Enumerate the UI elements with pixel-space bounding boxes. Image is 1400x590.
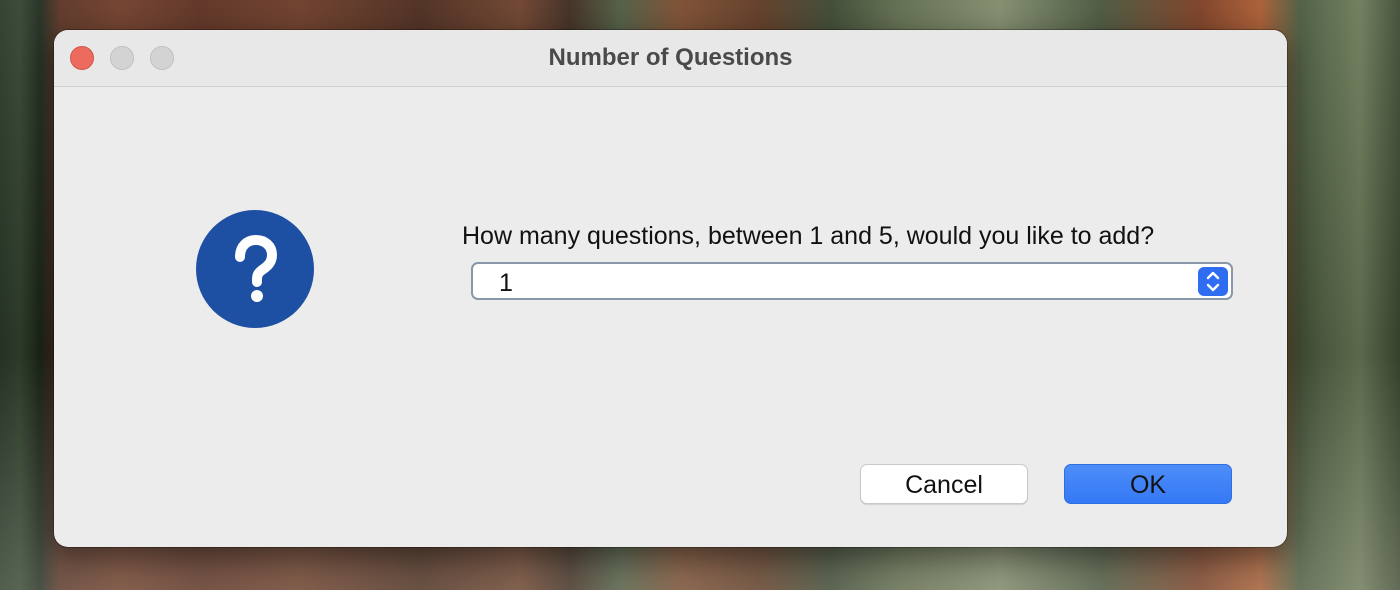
- question-count-prompt: How many questions, between 1 and 5, wou…: [462, 222, 1155, 250]
- chevron-up-down-icon[interactable]: [1198, 267, 1228, 296]
- cancel-button[interactable]: Cancel: [860, 464, 1028, 504]
- window-title: Number of Questions: [548, 44, 793, 71]
- number-of-questions-dialog: Number of Questions How many questions, …: [54, 30, 1287, 547]
- selected-value: 1: [499, 269, 513, 297]
- question-icon: [196, 210, 314, 328]
- title-bar: Number of Questions: [54, 30, 1287, 87]
- ok-button[interactable]: OK: [1064, 464, 1232, 504]
- question-count-select[interactable]: 1: [471, 262, 1233, 300]
